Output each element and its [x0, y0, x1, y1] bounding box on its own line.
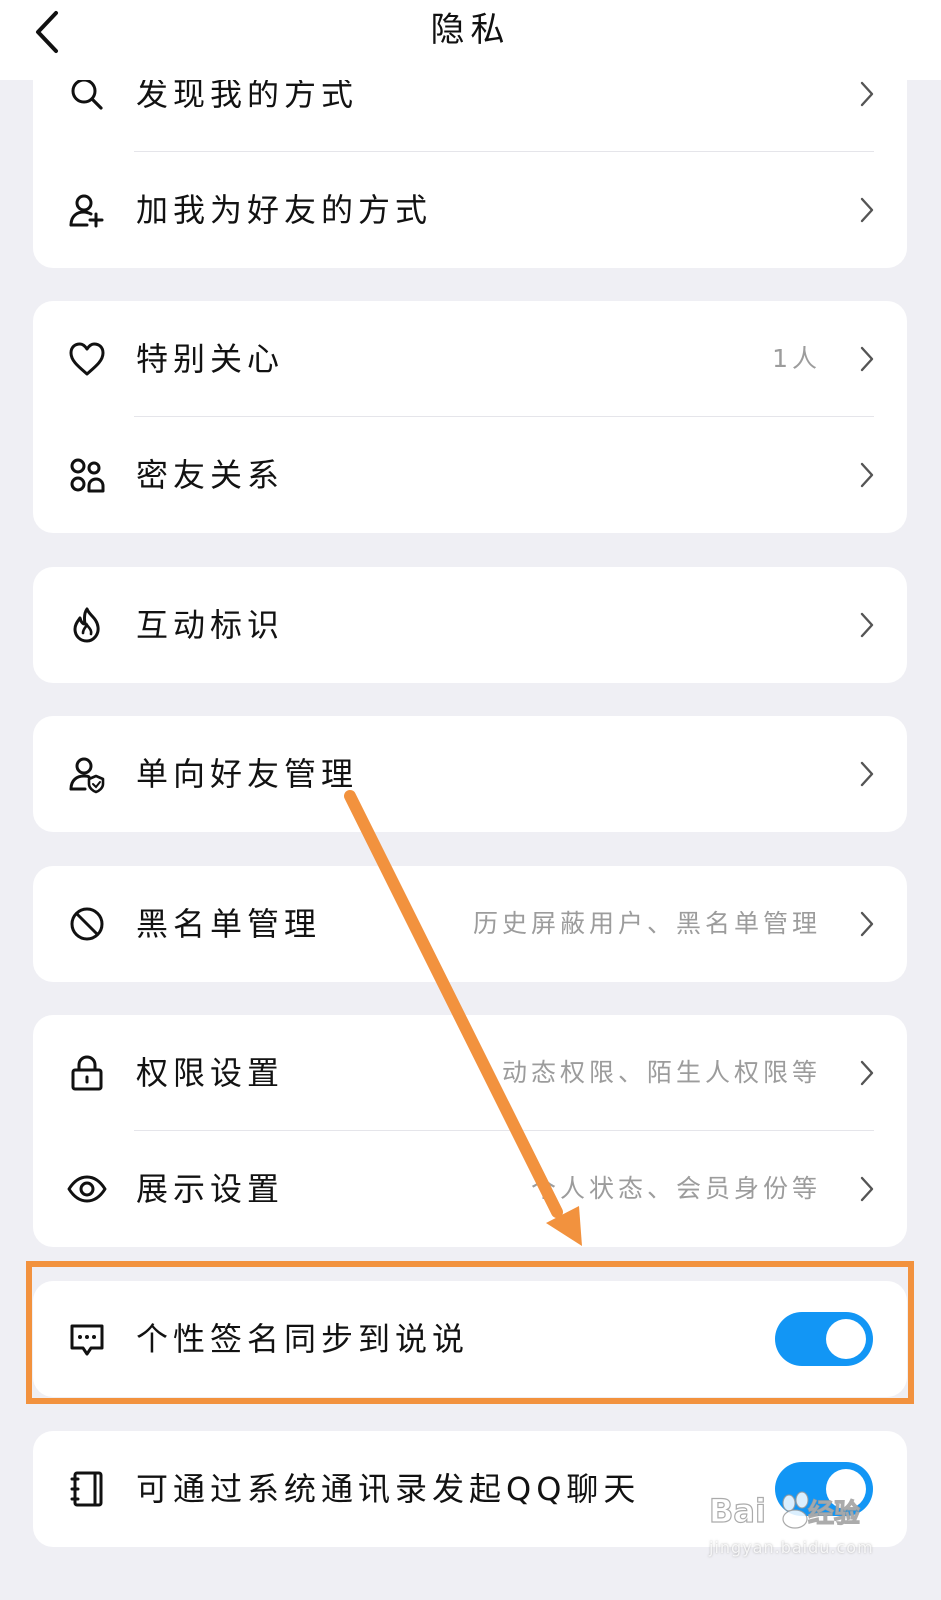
- contacts-chat-card: 可通过系统通讯录发起QQ聊天: [33, 1431, 907, 1547]
- eye-icon: [67, 1175, 107, 1203]
- add-user-icon: [69, 194, 104, 228]
- chevron-right-icon: [860, 462, 874, 488]
- heart-icon: [69, 342, 105, 376]
- chevron-right-icon: [860, 761, 874, 787]
- add-friend-method-row[interactable]: 加我为好友的方式: [33, 152, 907, 268]
- contacts-chat-label: 可通过系统通讯录发起QQ聊天: [136, 1470, 641, 1508]
- flame-icon: [73, 607, 100, 643]
- block-icon: [70, 907, 104, 941]
- chevron-right-icon: [860, 81, 874, 107]
- blacklist-label: 黑名单管理: [136, 905, 322, 943]
- special-care-label: 特别关心: [136, 340, 285, 378]
- signature-sync-card: 个性签名同步到说说: [33, 1281, 907, 1397]
- search-icon: [71, 78, 103, 110]
- chevron-right-icon: [860, 197, 874, 223]
- title-bar: 隐私: [0, 0, 941, 80]
- toggle-knob: [826, 1319, 866, 1359]
- one-way-friend-row[interactable]: 单向好友管理: [33, 716, 907, 832]
- permission-display-card: 权限设置 动态权限、陌生人权限等 展示设置 个人状态、会员身份等: [33, 1015, 907, 1247]
- display-settings-row[interactable]: 展示设置 个人状态、会员身份等: [33, 1131, 907, 1247]
- page-title: 隐私: [430, 10, 511, 50]
- signature-sync-row: 个性签名同步到说说: [33, 1281, 907, 1397]
- message-icon: [70, 1324, 104, 1356]
- add-friend-method-label: 加我为好友的方式: [136, 191, 433, 229]
- user-shield-icon: [69, 757, 105, 794]
- toggle-knob: [826, 1469, 866, 1509]
- one-way-friend-label: 单向好友管理: [136, 755, 359, 793]
- permission-settings-label: 权限设置: [136, 1054, 285, 1092]
- signature-sync-toggle[interactable]: [775, 1312, 873, 1366]
- interaction-mark-label: 互动标识: [136, 606, 285, 644]
- chevron-right-icon: [860, 1176, 874, 1202]
- interaction-mark-card: 互动标识: [33, 567, 907, 683]
- interaction-mark-row[interactable]: 互动标识: [33, 567, 907, 683]
- lock-icon: [71, 1055, 103, 1091]
- display-settings-description: 个人状态、会员身份等: [530, 1174, 821, 1203]
- relationship-card: 特别关心 1人 密友关系: [33, 301, 907, 533]
- signature-sync-label: 个性签名同步到说说: [136, 1320, 470, 1358]
- permission-settings-description: 动态权限、陌生人权限等: [501, 1058, 821, 1087]
- chevron-right-icon: [860, 911, 874, 937]
- close-friends-row[interactable]: 密友关系: [33, 417, 907, 533]
- display-settings-label: 展示设置: [136, 1170, 285, 1208]
- chevron-right-icon: [860, 1060, 874, 1086]
- contacts-book-icon: [70, 1471, 103, 1507]
- blacklist-card: 黑名单管理 历史屏蔽用户、黑名单管理: [33, 866, 907, 982]
- chevron-right-icon: [860, 612, 874, 638]
- special-care-count: 1人: [772, 344, 821, 373]
- contacts-chat-toggle[interactable]: [775, 1462, 873, 1516]
- blacklist-description: 历史屏蔽用户、黑名单管理: [472, 909, 821, 938]
- blacklist-row[interactable]: 黑名单管理 历史屏蔽用户、黑名单管理: [33, 866, 907, 982]
- permission-settings-row[interactable]: 权限设置 动态权限、陌生人权限等: [33, 1015, 907, 1131]
- special-care-row[interactable]: 特别关心 1人: [33, 301, 907, 417]
- contacts-chat-row: 可通过系统通讯录发起QQ聊天: [33, 1431, 907, 1547]
- one-way-friend-card: 单向好友管理: [33, 716, 907, 832]
- close-friends-icon: [70, 458, 105, 493]
- close-friends-label: 密友关系: [136, 456, 285, 494]
- chevron-right-icon: [860, 346, 874, 372]
